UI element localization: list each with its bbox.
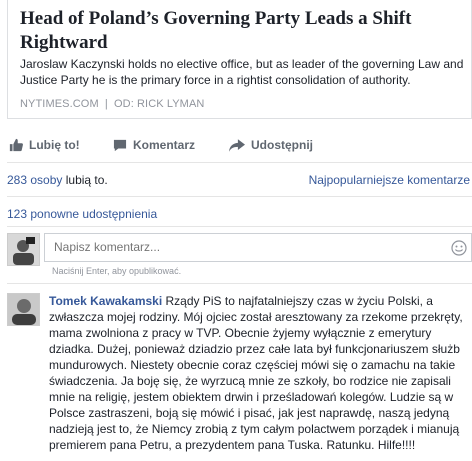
action-bar: Lubię to! Komentarz Udostępnij — [0, 130, 472, 162]
article-source-line: NYTIMES.COM | OD: RICK LYMAN — [20, 98, 204, 110]
like-button[interactable]: Lubię to! — [9, 138, 80, 152]
article-description: Jaroslaw Kaczynski holds no elective off… — [20, 57, 464, 87]
current-user-avatar — [7, 233, 40, 266]
comment-composer[interactable] — [44, 233, 472, 262]
article-author: OD: RICK LYMAN — [114, 98, 205, 110]
article-source: NYTIMES.COM — [20, 98, 99, 110]
share-label: Udostępnij — [251, 138, 313, 152]
divider — [7, 226, 472, 227]
divider — [7, 196, 472, 197]
thumbs-up-icon — [9, 138, 23, 152]
comment-author-link[interactable]: Tomek Kawakamski — [49, 294, 162, 308]
comment-text: Rządy PiS to najfatalniejszy czas w życi… — [49, 294, 463, 452]
composer-hint: Naciśnij Enter, aby opublikować. — [52, 266, 182, 276]
comment-input[interactable] — [54, 240, 434, 254]
shares-count-link[interactable]: 123 ponowne udostępnienia — [7, 207, 157, 221]
likes-text: lubią to. — [65, 173, 108, 187]
avatar-image — [8, 234, 39, 265]
likes-count[interactable]: 283 osoby — [7, 173, 62, 187]
like-label: Lubię to! — [29, 138, 80, 152]
comment-button[interactable]: Komentarz — [113, 138, 195, 152]
emoji-picker-icon[interactable] — [451, 240, 467, 261]
avatar-image — [8, 294, 39, 325]
share-button[interactable]: Udostępnij — [229, 138, 313, 152]
link-preview-card[interactable]: Head of Poland’s Governing Party Leads a… — [7, 0, 472, 119]
speech-bubble-icon — [113, 139, 127, 151]
comment-label: Komentarz — [133, 138, 196, 152]
article-title[interactable]: Head of Poland’s Governing Party Leads a… — [20, 7, 465, 55]
comment-body: Tomek Kawakamski Rządy PiS to najfatalni… — [49, 293, 463, 453]
likes-summary[interactable]: 283 osoby lubią to. — [7, 173, 108, 187]
divider — [7, 162, 472, 163]
commenter-avatar[interactable] — [7, 293, 40, 326]
share-arrow-icon — [229, 138, 245, 152]
source-separator: | — [104, 98, 108, 110]
divider — [7, 283, 472, 284]
comment-sort-dropdown[interactable]: Najpopularniejsze komentarze — [309, 173, 470, 187]
